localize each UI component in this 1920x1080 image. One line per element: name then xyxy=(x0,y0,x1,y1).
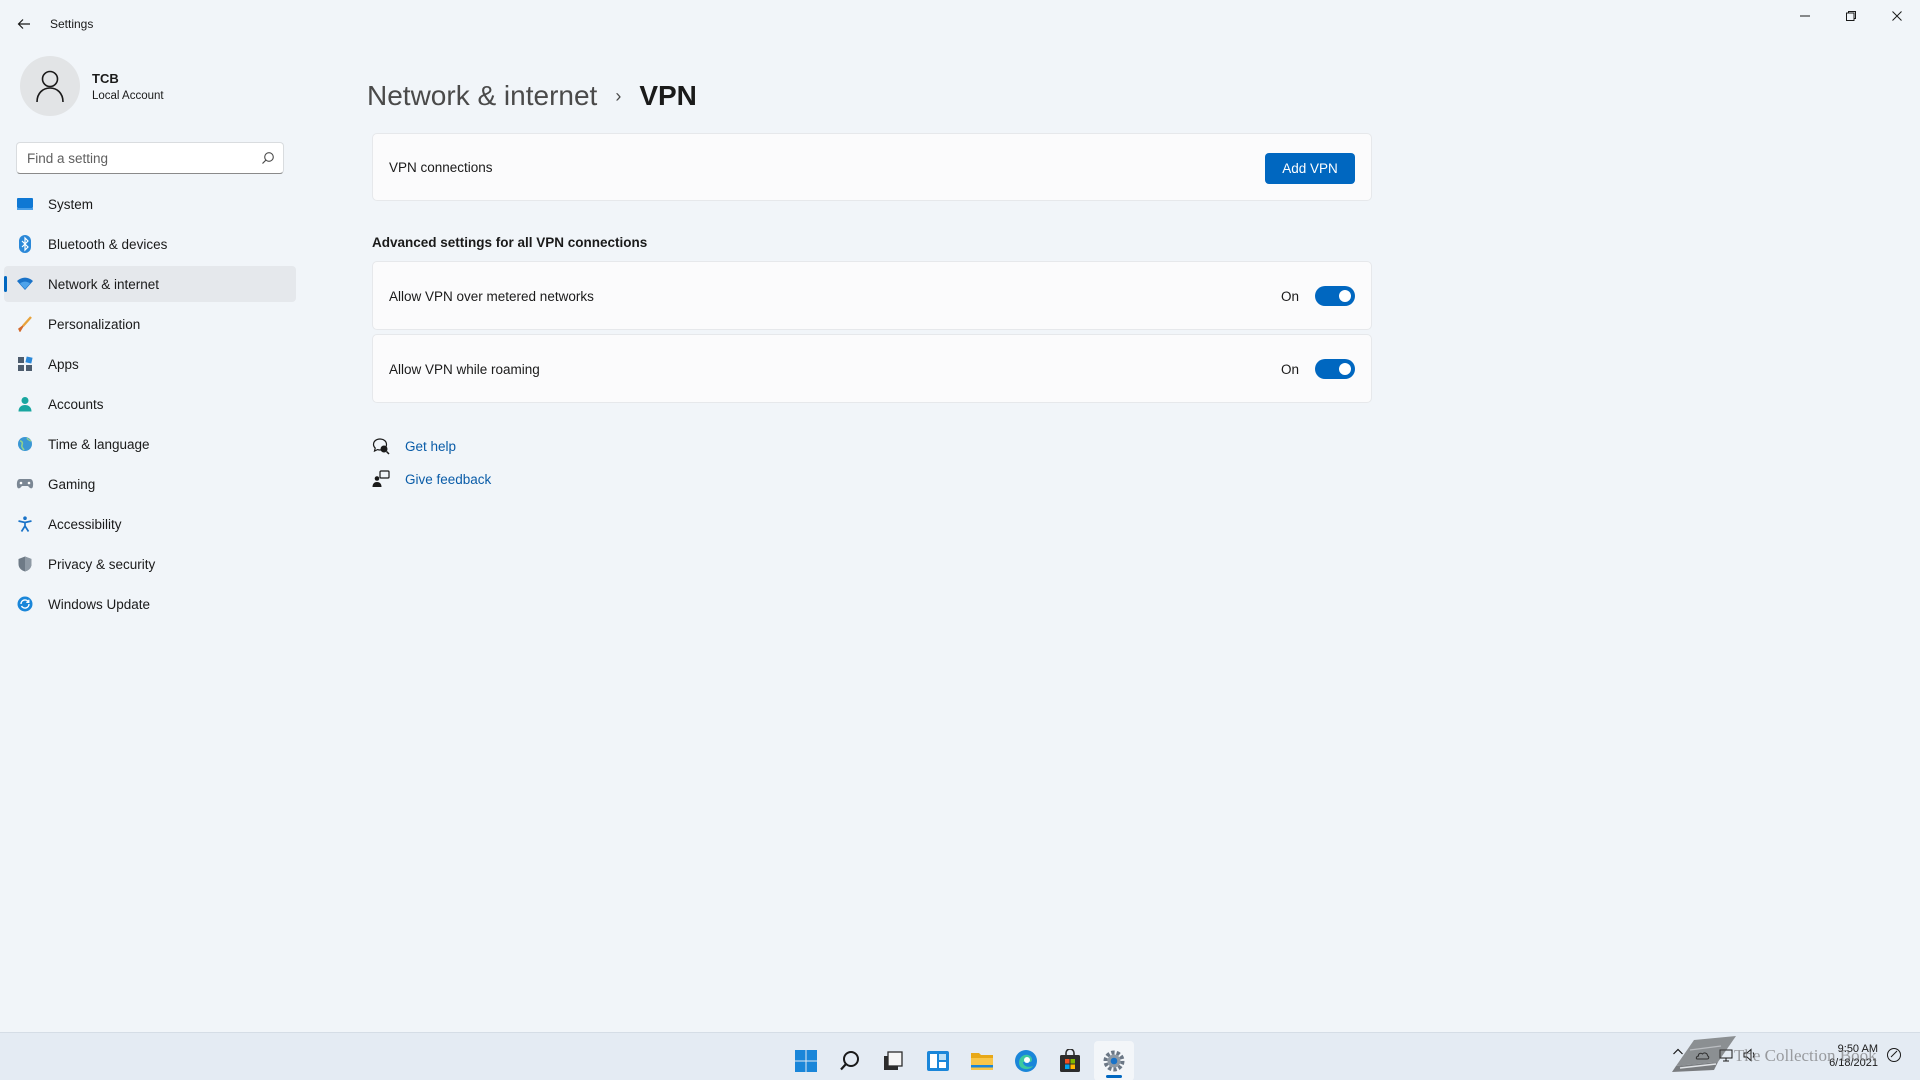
search-input[interactable] xyxy=(17,143,247,173)
shield-icon xyxy=(16,555,34,573)
sidebar-item-label: Windows Update xyxy=(48,596,151,612)
sidebar-item-label: Bluetooth & devices xyxy=(48,236,168,252)
edge-button[interactable] xyxy=(1006,1041,1046,1080)
setting-label: Allow VPN while roaming xyxy=(389,362,540,377)
sidebar-item-apps[interactable]: Apps xyxy=(4,346,296,382)
taskbar-search-button[interactable] xyxy=(830,1041,870,1080)
sidebar-item-label: Apps xyxy=(48,356,79,372)
title-bar: Settings xyxy=(0,0,1920,48)
advanced-settings-heading: Advanced settings for all VPN connection… xyxy=(372,235,648,250)
restore-icon xyxy=(1846,11,1856,21)
page-title: VPN xyxy=(639,80,697,111)
person-avatar-icon xyxy=(36,70,64,103)
back-button[interactable] xyxy=(12,12,36,36)
setting-label: Allow VPN over metered networks xyxy=(389,289,594,304)
restore-button[interactable] xyxy=(1828,4,1874,28)
person-icon xyxy=(16,395,34,413)
close-button[interactable] xyxy=(1874,4,1920,28)
sidebar-item-label: System xyxy=(48,196,94,212)
user-name: TCB xyxy=(92,71,119,86)
search-icon xyxy=(262,152,274,164)
minimize-button[interactable] xyxy=(1782,4,1828,28)
feedback-icon xyxy=(372,470,390,488)
sidebar-item-network-internet[interactable]: Network & internet xyxy=(4,266,296,302)
toggle-knob xyxy=(1339,363,1351,375)
vpn-connections-label: VPN connections xyxy=(389,160,493,175)
metered-networks-setting: Allow VPN over metered networks On xyxy=(372,261,1372,330)
sidebar-item-label: Time & language xyxy=(48,436,150,452)
account-type: Local Account xyxy=(92,90,164,102)
give-feedback-link[interactable]: Give feedback xyxy=(372,470,491,488)
search-box[interactable] xyxy=(16,142,284,174)
store-icon xyxy=(1060,1049,1080,1072)
toggle-state-text: On xyxy=(1280,362,1299,377)
sidebar-item-accounts[interactable]: Accounts xyxy=(4,386,296,422)
taskbar xyxy=(0,1032,1920,1080)
sidebar-item-privacy-security[interactable]: Privacy & security xyxy=(4,546,296,582)
close-icon xyxy=(1892,11,1902,21)
gamepad-icon xyxy=(16,475,34,493)
start-button[interactable] xyxy=(786,1041,826,1080)
wifi-icon xyxy=(16,275,34,293)
back-arrow-icon xyxy=(17,19,30,29)
toggle-state-text: On xyxy=(1280,289,1299,304)
globe-icon xyxy=(16,435,34,453)
update-icon xyxy=(16,595,34,613)
settings-icon xyxy=(1103,1050,1125,1072)
sidebar-item-label: Accounts xyxy=(48,396,104,412)
give-feedback-label: Give feedback xyxy=(405,471,492,487)
vpn-connections-card: VPN connections Add VPN xyxy=(372,133,1372,201)
minimize-icon xyxy=(1800,15,1810,17)
system-icon xyxy=(16,195,34,213)
store-button[interactable] xyxy=(1050,1041,1090,1080)
apps-icon xyxy=(16,355,34,373)
roaming-toggle[interactable] xyxy=(1315,359,1355,379)
sidebar-item-accessibility[interactable]: Accessibility xyxy=(4,506,296,542)
sidebar-item-gaming[interactable]: Gaming xyxy=(4,466,296,502)
sidebar-item-windows-update[interactable]: Windows Update xyxy=(4,586,296,622)
accessibility-icon xyxy=(16,515,34,533)
metered-networks-toggle[interactable] xyxy=(1315,286,1355,306)
sidebar-item-bluetooth-devices[interactable]: Bluetooth & devices xyxy=(4,226,296,262)
sidebar-item-label: Personalization xyxy=(48,316,141,332)
add-vpn-button[interactable]: Add VPN xyxy=(1265,153,1355,184)
breadcrumb-parent-link[interactable]: Network & internet xyxy=(367,80,597,112)
search-icon xyxy=(840,1051,859,1071)
breadcrumb-separator: › xyxy=(615,85,622,106)
help-chat-icon xyxy=(372,437,390,455)
sidebar-item-label: Privacy & security xyxy=(48,556,156,572)
edge-icon xyxy=(1015,1050,1037,1072)
sidebar-item-system[interactable]: System xyxy=(4,186,296,222)
sidebar-item-personalization[interactable]: Personalization xyxy=(4,306,296,342)
sidebar-item-time-language[interactable]: Time & language xyxy=(4,426,296,462)
app-title: Settings xyxy=(50,17,94,31)
brush-icon xyxy=(16,315,34,333)
sidebar-nav: System Bluetooth & devices Network & int… xyxy=(4,186,296,626)
file-explorer-button[interactable] xyxy=(962,1041,1002,1080)
watermark-text: The Collection Book xyxy=(1734,1046,1877,1065)
get-help-label: Get help xyxy=(405,438,457,454)
get-help-link[interactable]: Get help xyxy=(372,437,456,455)
widgets-button[interactable] xyxy=(918,1041,958,1080)
sidebar-item-label: Accessibility xyxy=(48,516,122,532)
breadcrumb: Network & internet › VPN xyxy=(367,76,697,116)
user-profile[interactable]: TCB Local Account xyxy=(20,56,300,118)
bluetooth-icon xyxy=(16,235,34,253)
file-explorer-icon xyxy=(971,1053,993,1070)
toggle-knob xyxy=(1339,290,1351,302)
avatar xyxy=(20,56,80,116)
roaming-setting: Allow VPN while roaming On xyxy=(372,334,1372,403)
sidebar-item-label: Network & internet xyxy=(48,276,160,292)
start-icon xyxy=(795,1050,817,1072)
widgets-icon xyxy=(927,1051,949,1071)
active-app-indicator xyxy=(1106,1075,1122,1078)
task-view-button[interactable] xyxy=(873,1041,913,1080)
task-view-icon xyxy=(884,1051,903,1070)
sidebar-item-label: Gaming xyxy=(48,476,96,492)
